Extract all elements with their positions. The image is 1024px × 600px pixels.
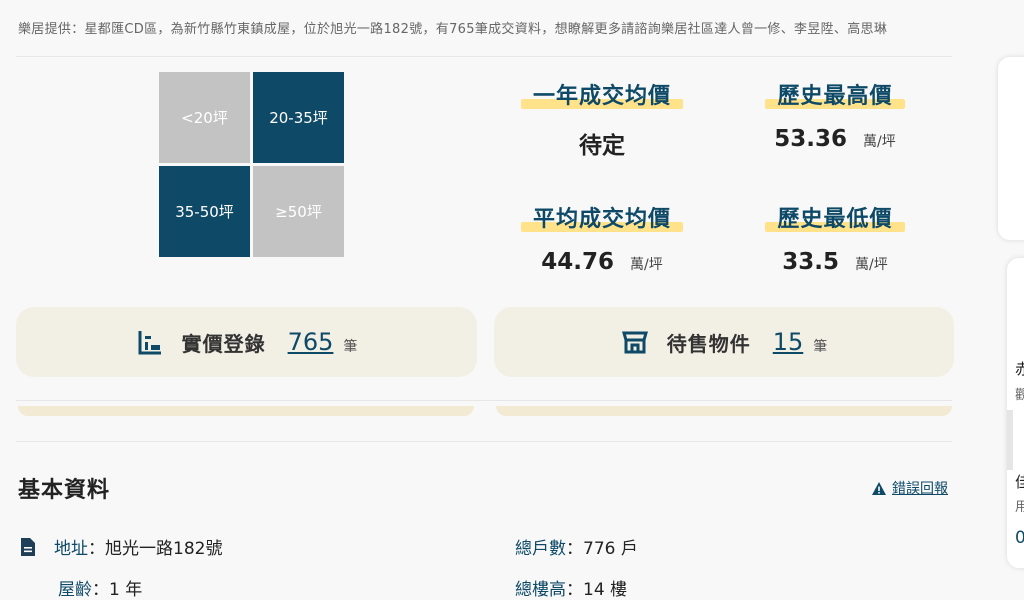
stat-value: 待定 xyxy=(579,133,625,159)
stat-unit: 萬/坪 xyxy=(855,257,888,273)
address-label: 地址 xyxy=(54,539,88,559)
size-filter-35-50[interactable]: 35-50坪 xyxy=(159,166,250,257)
side-text: 赤 xyxy=(1015,360,1024,378)
divider xyxy=(16,56,952,57)
card-decoration xyxy=(496,406,952,416)
stat-history-low: 歷史最低價 33.5 萬/坪 xyxy=(750,201,920,275)
building-chart-icon xyxy=(138,331,161,355)
side-text: 用 xyxy=(1015,500,1024,515)
stat-value: 33.5 萬/坪 xyxy=(782,249,888,275)
info-row-floors: 總樓高：14 樓 xyxy=(515,580,628,600)
stat-history-high: 歷史最高價 53.36 萬/坪 xyxy=(750,78,920,152)
stat-value: 44.76 萬/坪 xyxy=(541,249,663,275)
divider xyxy=(16,441,952,442)
size-filter-over-50[interactable]: ≥50坪 xyxy=(253,166,344,257)
info-row-age: 屋齡：1 年 xyxy=(58,580,143,600)
info-line: 樂居提供：星都匯CD區，為新竹縣竹東鎮成屋，位於旭光一路182號，有765筆成交… xyxy=(18,22,888,37)
report-error-link[interactable]: 錯誤回報 xyxy=(872,478,948,498)
stat-unit: 萬/坪 xyxy=(863,134,896,150)
transactions-count-link[interactable]: 765 xyxy=(288,328,334,356)
stat-value: 53.36 萬/坪 xyxy=(774,126,896,152)
age-value: 1 年 xyxy=(109,580,143,600)
info-row-address: 地址：旭光一路182號 xyxy=(20,534,222,559)
side-panel: 赤 觀 佳 用 0 xyxy=(1007,258,1024,568)
age-label: 屋齡 xyxy=(58,580,92,600)
floors-label: 總樓高 xyxy=(515,580,566,600)
stat-one-year-avg: 一年成交均價 待定 xyxy=(517,78,687,160)
households-label: 總戶數 xyxy=(515,539,566,559)
info-row-households: 總戶數：776 戶 xyxy=(515,539,638,559)
card-label: 待售物件 xyxy=(666,331,751,356)
side-panel xyxy=(998,57,1024,240)
floors-value: 14 樓 xyxy=(583,580,628,600)
count-unit: 筆 xyxy=(343,339,358,355)
address-value: 旭光一路182號 xyxy=(105,539,223,559)
size-filter-grid: <20坪 20-35坪 35-50坪 ≥50坪 xyxy=(159,72,345,258)
card-label: 實價登錄 xyxy=(181,331,266,356)
stat-title: 歷史最高價 xyxy=(765,78,905,110)
transactions-card[interactable]: 實價登錄 765 筆 xyxy=(16,307,477,377)
count-unit: 筆 xyxy=(813,339,828,355)
document-icon xyxy=(21,538,35,556)
side-text: 佳 xyxy=(1015,473,1024,491)
warning-icon xyxy=(872,481,886,495)
divider xyxy=(16,400,952,401)
stat-title: 平均成交均價 xyxy=(520,201,684,233)
side-text: 0 xyxy=(1015,528,1024,548)
side-text: 觀 xyxy=(1015,388,1024,403)
size-filter-20-35[interactable]: 20-35坪 xyxy=(253,72,344,163)
stat-avg-price: 平均成交均價 44.76 萬/坪 xyxy=(517,201,687,275)
size-filter-under-20[interactable]: <20坪 xyxy=(159,72,250,163)
panel-edge xyxy=(1007,410,1013,470)
shop-icon xyxy=(621,331,648,354)
stat-unit: 萬/坪 xyxy=(630,257,663,273)
households-value: 776 戶 xyxy=(583,539,638,559)
listings-count-link[interactable]: 15 xyxy=(773,328,804,356)
listings-card[interactable]: 待售物件 15 筆 xyxy=(494,307,954,377)
section-title-basic-info: 基本資料 xyxy=(18,478,111,503)
stat-title: 一年成交均價 xyxy=(520,78,684,110)
stat-title: 歷史最低價 xyxy=(765,201,905,233)
card-decoration xyxy=(18,406,474,416)
